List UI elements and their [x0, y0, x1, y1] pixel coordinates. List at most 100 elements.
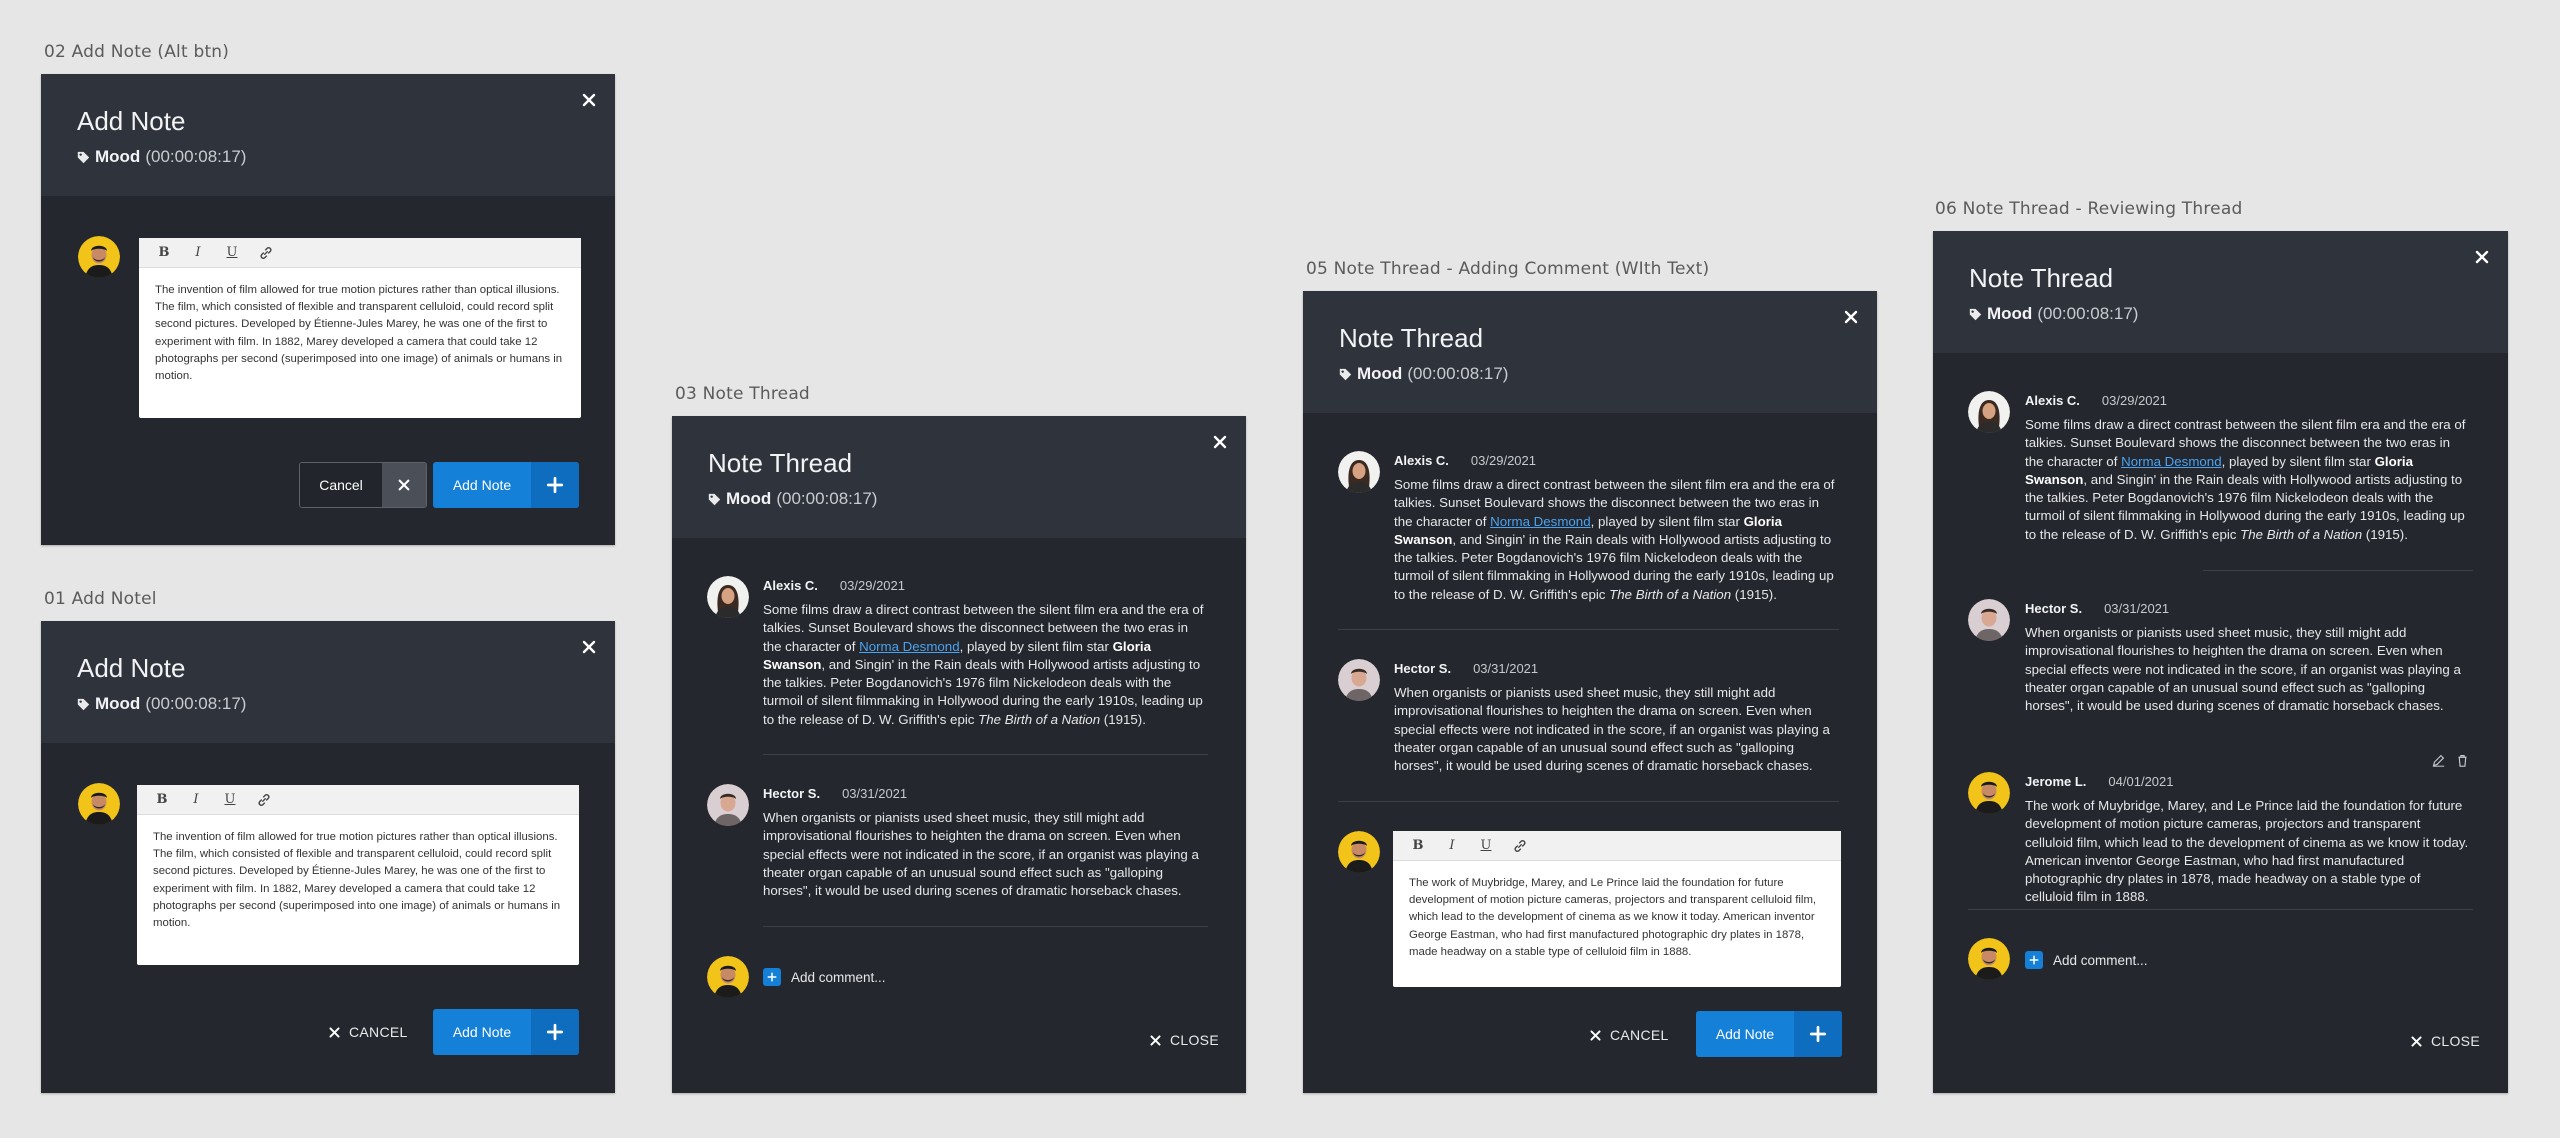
avatar-hector [1338, 659, 1380, 701]
close-button[interactable]: CLOSE [1149, 1032, 1219, 1048]
comment-author: Hector S. [1394, 661, 1452, 676]
avatar [707, 956, 749, 998]
tag-icon [708, 493, 721, 506]
add-note-alt-panel: Add Note Mood (00:00:08:17) B I U The in… [41, 74, 615, 545]
underline-button[interactable]: U [213, 785, 247, 815]
comment-actions [2423, 751, 2471, 769]
comment-author: Alexis C. [1394, 453, 1449, 468]
add-note-label: Add Note [452, 1024, 512, 1040]
panel-title: Note Thread [708, 448, 853, 478]
comment-date: 03/31/2021 [1473, 661, 1539, 676]
bold-button[interactable]: B [147, 238, 181, 268]
panel-title: Add Note [77, 106, 186, 136]
italic-button[interactable]: I [1435, 831, 1469, 861]
frame-label-02: 02 Add Note (Alt btn) [44, 42, 230, 62]
link-icon[interactable] [1503, 831, 1537, 861]
panel-header: Add Note Mood (00:00:08:17) [41, 74, 615, 196]
comment-body: When organists or pianists used sheet mu… [763, 810, 1199, 899]
frame-label-05: 05 Note Thread - Adding Comment (WIth Te… [1306, 259, 1710, 279]
note-editor[interactable]: B I U The invention of film allowed for … [139, 238, 581, 418]
trash-icon[interactable] [2453, 751, 2471, 769]
comment-alexis: Alexis C. 03/29/2021 Some films draw a d… [1394, 453, 1839, 604]
add-note-panel: Add Note Mood (00:00:08:17) B I U The in… [41, 621, 615, 1093]
comment-author: Alexis C. [763, 578, 818, 593]
note-text[interactable]: The invention of film allowed for true m… [139, 268, 581, 399]
tag-icon [77, 151, 90, 164]
comment-author: Alexis C. [2025, 393, 2080, 408]
cancel-button[interactable]: CANCEL [328, 1024, 408, 1040]
close-icon[interactable] [1212, 434, 1228, 450]
add-note-button[interactable]: Add Note [1696, 1011, 1842, 1057]
tag-icon [1969, 308, 1982, 321]
plus-icon [2025, 951, 2043, 969]
close-label: CLOSE [2431, 1033, 2480, 1049]
comment-body: Some films draw a direct contrast betwee… [2025, 417, 2466, 542]
comment-body: Some films draw a direct contrast betwee… [1394, 477, 1835, 602]
bold-button[interactable]: B [1401, 831, 1435, 861]
avatar-jerome [1968, 772, 2010, 814]
note-editor[interactable]: B I U The invention of film allowed for … [137, 785, 579, 965]
frame-label-03: 03 Note Thread [675, 384, 810, 404]
panel-header: Note Thread Mood (00:00:08:17) [672, 416, 1246, 538]
add-note-button[interactable]: Add Note [433, 462, 579, 508]
tag-line: Mood (00:00:08:17) [77, 147, 579, 167]
frame-label-01: 01 Add Notel [44, 589, 157, 609]
note-thread-adding-panel: Note Thread Mood (00:00:08:17) Alexis C.… [1303, 291, 1877, 1093]
close-icon[interactable] [581, 639, 597, 655]
cancel-label: CANCEL [349, 1024, 408, 1040]
avatar [78, 783, 120, 825]
comment-alexis: Alexis C. 03/29/2021 Some films draw a d… [2025, 393, 2471, 544]
comment-alexis: Alexis C. 03/29/2021 Some films draw a d… [763, 578, 1208, 729]
tag-time: (00:00:08:17) [776, 489, 878, 508]
tag-line: Mood (00:00:08:17) [1969, 304, 2472, 324]
comment-body: The work of Muybridge, Marey, and Le Pri… [2025, 798, 2469, 905]
italic-button[interactable]: I [181, 238, 215, 268]
add-comment-input[interactable]: Add comment... [763, 968, 886, 986]
close-icon [1149, 1034, 1162, 1047]
cancel-button[interactable]: Cancel [299, 462, 427, 508]
link-icon[interactable] [249, 238, 283, 268]
add-note-label: Add Note [1715, 1026, 1775, 1042]
note-text[interactable]: The invention of film allowed for true m… [137, 815, 579, 946]
underline-button[interactable]: U [215, 238, 249, 268]
close-icon[interactable] [1843, 309, 1859, 325]
avatar-alexis [707, 576, 749, 618]
frame-label-06: 06 Note Thread - Reviewing Thread [1935, 199, 2243, 219]
tag-time: (00:00:08:17) [145, 694, 247, 713]
link-icon[interactable] [247, 785, 281, 815]
tag-name: Mood [1357, 364, 1403, 383]
underline-button[interactable]: U [1469, 831, 1503, 861]
comment-jerome: Jerome L. 04/01/2021 The work of Muybrid… [2025, 774, 2471, 907]
panel-title: Note Thread [1969, 263, 2114, 293]
cancel-button[interactable]: CANCEL [1589, 1027, 1669, 1043]
comment-hector: Hector S. 03/31/2021 When organists or p… [2025, 601, 2471, 715]
add-comment-input[interactable]: Add comment... [2025, 951, 2148, 969]
avatar [78, 236, 120, 278]
close-icon[interactable] [581, 92, 597, 108]
cancel-label: CANCEL [1610, 1027, 1669, 1043]
comment-author: Jerome L. [2025, 774, 2087, 789]
close-button[interactable]: CLOSE [2410, 1033, 2480, 1049]
comment-link[interactable]: Norma Desmond [1490, 514, 1591, 529]
bold-button[interactable]: B [145, 785, 179, 815]
panel-title: Add Note [77, 653, 186, 683]
comment-text[interactable]: The work of Muybridge, Marey, and Le Pri… [1393, 861, 1841, 975]
tag-time: (00:00:08:17) [145, 147, 247, 166]
edit-icon[interactable] [2429, 751, 2447, 769]
comment-link[interactable]: Norma Desmond [2121, 454, 2222, 469]
avatar-hector [707, 784, 749, 826]
close-icon[interactable] [2474, 249, 2490, 265]
close-icon [382, 463, 426, 507]
tag-line: Mood (00:00:08:17) [1339, 364, 1841, 384]
divider [763, 926, 1208, 927]
comment-editor[interactable]: B I U The work of Muybridge, Marey, and … [1393, 831, 1841, 987]
avatar-alexis [1968, 391, 2010, 433]
divider [1338, 801, 1839, 802]
close-icon [328, 1026, 341, 1039]
add-note-button[interactable]: Add Note [433, 1009, 579, 1055]
note-thread-reviewing-panel: Note Thread Mood (00:00:08:17) Alexis C.… [1933, 231, 2508, 1093]
editor-toolbar: B I U [1393, 831, 1841, 861]
comment-date: 03/29/2021 [2101, 393, 2167, 408]
italic-button[interactable]: I [179, 785, 213, 815]
comment-link[interactable]: Norma Desmond [859, 639, 960, 654]
